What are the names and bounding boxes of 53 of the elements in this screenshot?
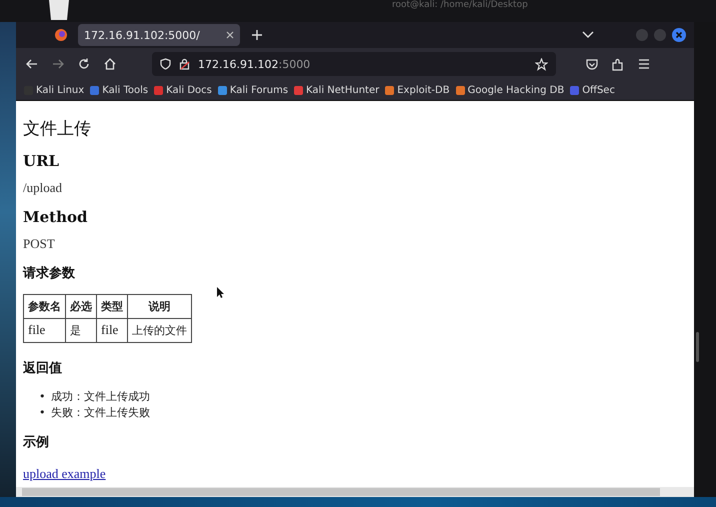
horizontal-scrollbar[interactable] (16, 487, 694, 497)
menu-icon[interactable] (638, 59, 650, 69)
column-header: 说明 (128, 294, 192, 318)
url-text: 172.16.91.102:5000 (198, 58, 310, 70)
table-cell: file (24, 318, 66, 342)
section-heading: URL (23, 152, 60, 170)
bullet: • (39, 389, 46, 405)
column-header: 必选 (66, 294, 96, 318)
table-cell: file (96, 318, 128, 342)
scrollbar-thumb[interactable] (22, 488, 660, 496)
list-item: 失败：文件上传失败 (51, 405, 150, 421)
new-tab-icon[interactable] (252, 30, 262, 40)
column-header: 参数名 (24, 294, 66, 318)
bookmark-link[interactable]: Kali Docs (154, 84, 212, 96)
address-field[interactable]: 172.16.91.102:5000 (152, 52, 556, 76)
star-icon[interactable] (535, 58, 548, 70)
close-icon[interactable] (672, 28, 686, 42)
bookmark-link[interactable]: Kali Tools (90, 84, 148, 96)
shield-icon (160, 58, 171, 70)
bookmark-link[interactable]: Exploit-DB (385, 84, 450, 96)
bullet: • (39, 405, 46, 421)
bookmark-link[interactable]: Kali Linux (24, 84, 84, 96)
chevron-down-icon[interactable] (582, 31, 594, 39)
mouse-cursor-icon (217, 287, 224, 298)
http-method: POST (23, 236, 56, 252)
browser-logo-icon[interactable] (54, 28, 68, 42)
table-cell: 是 (66, 318, 96, 342)
list-item: 成功：文件上传成功 (51, 389, 150, 405)
url-path: /upload (23, 180, 63, 196)
section-heading: 返回值 (23, 360, 63, 377)
bookmark-link[interactable]: Kali Forums (218, 84, 288, 96)
bookmark-link[interactable]: Kali NetHunter (294, 84, 380, 96)
puzzle-icon[interactable] (612, 58, 624, 70)
section-heading: 请求参数 (23, 265, 76, 282)
bookmark-link[interactable]: Google Hacking DB (456, 84, 564, 96)
page-title: 文件上传 (23, 118, 92, 140)
home-icon[interactable] (104, 58, 116, 70)
pocket-icon[interactable] (586, 58, 598, 70)
back-arrow-icon[interactable] (26, 59, 38, 69)
trash-icon (46, 0, 72, 20)
terminal-title: root@kali: /home/kali/Desktop (392, 0, 528, 10)
column-header: 类型 (96, 294, 128, 318)
section-heading: Method (23, 208, 88, 226)
example-link[interactable]: upload example (23, 467, 106, 480)
scrollbar-thumb[interactable] (696, 332, 699, 362)
close-icon[interactable] (226, 31, 234, 39)
bookmark-link[interactable]: OffSec (570, 84, 615, 96)
reload-icon[interactable] (78, 58, 90, 70)
browser-tab[interactable]: 172.16.91.102:5000/ (78, 24, 240, 46)
section-heading: 示例 (23, 434, 50, 451)
table-cell: 上传的文件 (128, 318, 192, 342)
lock-icon (179, 58, 190, 70)
forward-arrow-icon[interactable] (52, 59, 64, 69)
